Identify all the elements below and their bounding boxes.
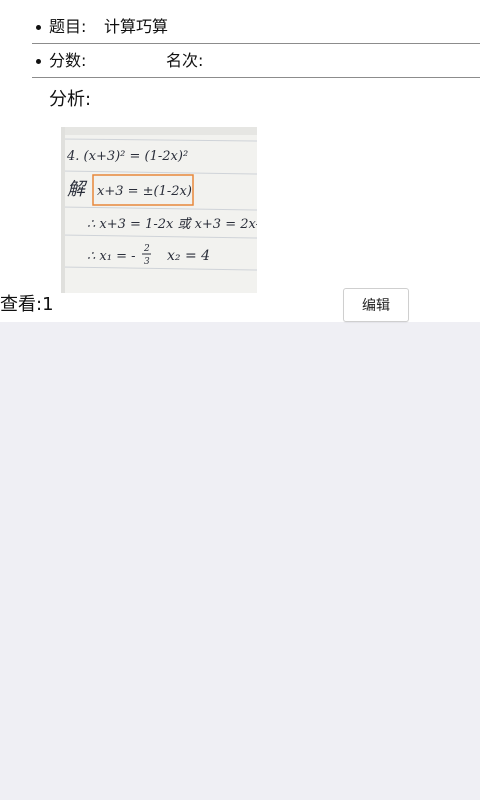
score-row: 分数: 名次: (32, 44, 480, 78)
solution-frac-num: 2 (143, 244, 150, 254)
solution-line-3: ∴ x+3 = 1-2x 或 x+3 = 2x-1 (87, 217, 257, 232)
edit-button[interactable]: 编辑 (343, 288, 409, 322)
rank-label: 名次: (166, 51, 204, 70)
solution-line-2: x+3 = ±(1-2x) (97, 184, 192, 199)
bullet-icon (36, 25, 41, 30)
solution-line-1: 4. (x+3)² = (1-2x)² (66, 149, 188, 164)
score-label: 分数: (49, 51, 87, 70)
analysis-label: 分析: (49, 89, 92, 110)
solution-frac-den: 3 (144, 257, 150, 267)
handwritten-solution-image: 4. (x+3)² = (1-2x)² 解 x+3 = ±(1-2x) ∴ x+… (61, 127, 257, 293)
solution-solve-mark: 解 (67, 179, 88, 200)
topic-row: 题目: 计算巧算 (32, 10, 480, 44)
analysis-photo[interactable]: 4. (x+3)² = (1-2x)² 解 x+3 = ±(1-2x) ∴ x+… (61, 127, 257, 293)
bullet-icon (36, 59, 41, 64)
topic-label: 题目: (49, 17, 87, 36)
solution-line-4a: ∴ x₁ = - (87, 249, 136, 264)
problem-detail-panel: 题目: 计算巧算 分数: 名次: 分析: 4. (x+3)² = (1-2x)²… (0, 0, 480, 322)
topic-value: 计算巧算 (104, 17, 169, 36)
view-count: 查看:1 (0, 294, 54, 315)
solution-line-4b: x₂ = 4 (167, 248, 210, 264)
